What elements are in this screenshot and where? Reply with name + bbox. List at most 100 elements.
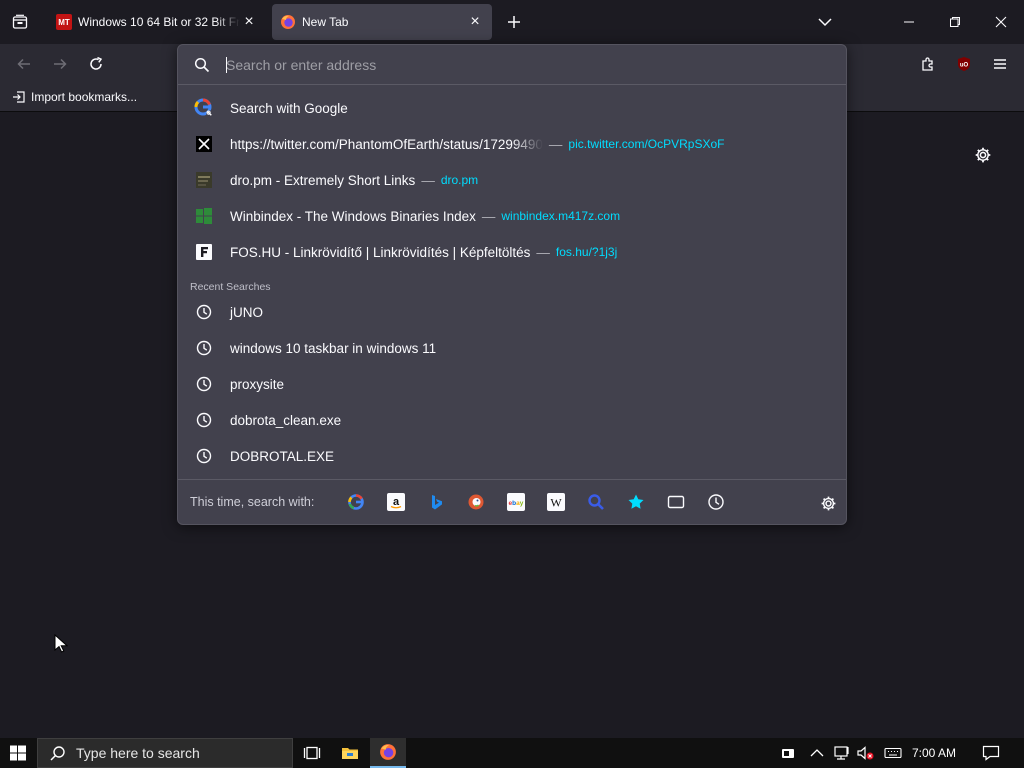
restore-button[interactable] — [932, 0, 978, 44]
recent-search-text: proxysite — [230, 376, 285, 392]
amazon-icon[interactable]: a — [386, 492, 406, 512]
result-title: https://twitter.com/PhantomOfEarth/statu… — [230, 136, 543, 152]
restore-icon — [950, 17, 960, 27]
urlbar-input[interactable] — [226, 55, 826, 75]
tab-title: Windows 10 64 Bit or 32 Bit Free — [78, 15, 240, 29]
taskbar-search-placeholder: Type here to search — [76, 745, 200, 761]
history-clock-icon — [194, 374, 214, 394]
result-row[interactable]: Winbindex - The Windows Binaries Index —… — [186, 199, 840, 233]
forward-button[interactable] — [46, 50, 74, 78]
recent-search-item[interactable]: dobrota_clean.exe — [186, 403, 840, 437]
taskbar-clock[interactable]: 7:00 AM — [912, 746, 956, 760]
back-arrow-icon — [17, 58, 30, 70]
tab-strip: MT Windows 10 64 Bit or 32 Bit Free × Ne… — [0, 0, 1024, 44]
text-caret — [226, 57, 227, 73]
chevron-up-icon[interactable] — [808, 744, 826, 762]
minimize-button[interactable] — [886, 0, 932, 44]
firefox-favicon-icon — [280, 14, 296, 30]
result-separator: — — [421, 172, 435, 188]
search-suggestion-google[interactable]: Search with Google — [186, 91, 840, 125]
close-window-button[interactable] — [978, 0, 1024, 44]
tab-new-tab[interactable]: New Tab × — [272, 4, 492, 40]
start-button[interactable] — [0, 738, 36, 768]
windows-icon — [194, 206, 214, 226]
file-explorer-button[interactable] — [332, 738, 368, 768]
list-all-tabs-button[interactable] — [812, 10, 838, 34]
meet-now-icon[interactable] — [779, 744, 797, 762]
taskbar-search-box[interactable]: Type here to search — [37, 738, 293, 768]
result-separator: — — [548, 136, 563, 152]
mt-favicon-icon: MT — [56, 14, 72, 30]
search-icon — [50, 746, 65, 761]
result-row[interactable]: FOS.HU - Linkrövidítő | Linkrövidítés | … — [186, 235, 840, 269]
fos-icon — [194, 242, 214, 262]
recent-search-item[interactable]: proxysite — [186, 367, 840, 401]
tab-close-button[interactable]: × — [240, 13, 258, 31]
result-title: dro.pm - Extremely Short Links — [230, 172, 416, 188]
extensions-button[interactable] — [914, 50, 942, 78]
reload-icon — [90, 56, 103, 70]
x-icon — [194, 134, 214, 154]
forward-arrow-icon — [54, 58, 67, 70]
result-url: winbindex.m417z.com — [501, 209, 621, 223]
new-tab-button[interactable] — [502, 10, 526, 34]
svg-text:ebay: ebay — [509, 500, 524, 507]
result-url: pic.twitter.com/OcPVRpSXoF — [568, 137, 725, 151]
ublock-origin-button[interactable]: uO — [950, 50, 978, 78]
result-url: dro.pm — [440, 173, 479, 187]
urlbar-input-row — [178, 45, 846, 85]
history-clock-icon — [194, 338, 214, 358]
search-engine-icon[interactable] — [586, 492, 606, 512]
puzzle-icon — [922, 57, 933, 71]
history-icon[interactable] — [706, 492, 726, 512]
reload-button[interactable] — [82, 50, 110, 78]
search-icon — [194, 57, 210, 78]
hamburger-menu-icon — [994, 59, 1006, 69]
result-url: fos.hu/?1j3j — [555, 245, 618, 259]
google-search-icon — [194, 98, 214, 118]
svg-text:uO: uO — [960, 63, 969, 69]
app-menu-button[interactable] — [986, 50, 1014, 78]
firefox-icon — [380, 744, 396, 760]
bing-icon[interactable] — [426, 492, 446, 512]
bookmarks-icon[interactable] — [626, 492, 646, 512]
close-icon — [995, 16, 1007, 28]
task-view-button[interactable] — [294, 738, 330, 768]
volume-muted-icon[interactable] — [857, 744, 875, 762]
close-icon: × — [244, 13, 254, 30]
firefox-view-button[interactable] — [0, 4, 40, 40]
notifications-icon[interactable] — [982, 744, 1000, 762]
network-icon[interactable] — [833, 744, 851, 762]
search-settings-button[interactable] — [818, 493, 838, 513]
ublock-icon: uO — [958, 57, 970, 71]
recent-search-item[interactable]: jUNO — [186, 295, 840, 329]
google-icon[interactable] — [346, 492, 366, 512]
windows-taskbar: Type here to search 7:00 AM — [0, 738, 1024, 768]
one-off-label: This time, search with: — [190, 495, 315, 509]
keyboard-icon[interactable] — [884, 744, 902, 762]
duckduckgo-icon[interactable] — [466, 492, 486, 512]
suggestion-text: Search with Google — [230, 100, 348, 116]
mouse-cursor-icon — [54, 633, 69, 659]
svg-text:W: W — [550, 496, 562, 510]
import-bookmarks-button[interactable]: Import bookmarks... — [12, 90, 137, 104]
urlbar-popup: Search with Google https://twitter.com/P… — [177, 44, 847, 525]
result-row[interactable]: https://twitter.com/PhantomOfEarth/statu… — [186, 127, 840, 161]
wikipedia-icon[interactable]: W — [546, 492, 566, 512]
recent-search-item[interactable]: windows 10 taskbar in windows 11 — [186, 331, 840, 365]
history-clock-icon — [194, 410, 214, 430]
one-off-search-bar: This time, search with: a ebay W — [178, 479, 846, 525]
recent-search-item[interactable]: DOBROTAL.EXE — [186, 439, 840, 473]
chevron-down-icon — [818, 18, 832, 27]
tab-close-button[interactable]: × — [466, 13, 484, 31]
back-button[interactable] — [10, 50, 38, 78]
svg-text:a: a — [393, 496, 400, 508]
tab-windows-10[interactable]: MT Windows 10 64 Bit or 32 Bit Free × — [48, 4, 266, 40]
firefox-taskbar-button[interactable] — [370, 738, 406, 768]
gear-icon — [975, 147, 991, 163]
new-tab-settings-button[interactable] — [972, 144, 994, 166]
tab-title: New Tab — [302, 15, 349, 29]
result-row[interactable]: dro.pm - Extremely Short Links — dro.pm — [186, 163, 840, 197]
tabs-icon[interactable] — [666, 492, 686, 512]
ebay-icon[interactable]: ebay — [506, 492, 526, 512]
